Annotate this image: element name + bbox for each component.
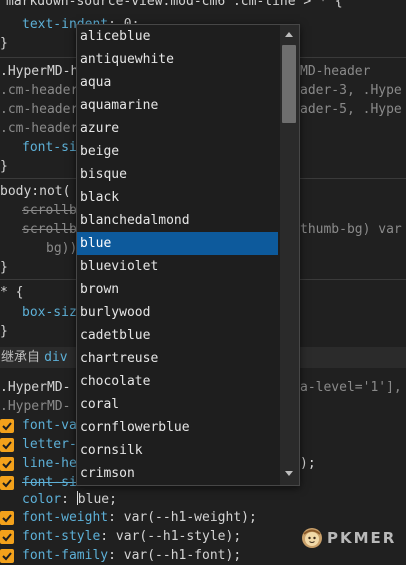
declaration[interactable]: font-style: var(--h1-style); bbox=[22, 527, 241, 546]
autocomplete-option[interactable]: aqua bbox=[77, 71, 278, 94]
autocomplete-option[interactable]: black bbox=[77, 186, 278, 209]
property-value-tail: ); bbox=[300, 456, 316, 471]
rule-selector: * { bbox=[0, 285, 24, 300]
autocomplete-option[interactable]: blue bbox=[77, 232, 278, 255]
autocomplete-option[interactable]: antiquewhite bbox=[77, 48, 278, 71]
declaration-checkbox[interactable] bbox=[0, 549, 14, 563]
autocomplete-option[interactable]: aliceblue bbox=[77, 25, 278, 48]
autocomplete-option[interactable]: burlywood bbox=[77, 301, 278, 324]
declaration-checkbox[interactable] bbox=[0, 419, 14, 433]
property-name[interactable]: box-siz bbox=[22, 303, 77, 322]
color-autocomplete-dropdown[interactable]: aliceblue antiquewhite aqua aquamarine azure… bbox=[76, 24, 300, 486]
autocomplete-option[interactable]: crimson bbox=[77, 462, 278, 485]
check-icon bbox=[2, 460, 12, 469]
rule-selector-tail: a-level='1'], bbox=[300, 380, 402, 395]
declaration-editing[interactable]: color: blue; bbox=[22, 490, 117, 509]
declaration-checkbox[interactable] bbox=[0, 476, 14, 490]
rule-close-brace: } bbox=[0, 159, 8, 174]
autocomplete-option[interactable]: azure bbox=[77, 117, 278, 140]
autocomplete-list[interactable]: aliceblue antiquewhite aqua aquamarine azure… bbox=[77, 25, 278, 485]
scrollbar-thumb[interactable] bbox=[282, 45, 296, 123]
autocomplete-option[interactable]: blueviolet bbox=[77, 255, 278, 278]
rule-selector: .HyperMD- bbox=[0, 399, 71, 414]
autocomplete-option[interactable]: brown bbox=[77, 278, 278, 301]
rule-selector-tail: ader-5, .Hype bbox=[300, 102, 402, 117]
pkmer-logo-text: PKMER bbox=[327, 529, 397, 547]
pkmer-logo-icon bbox=[301, 527, 323, 549]
check-icon bbox=[2, 479, 12, 488]
check-icon bbox=[2, 552, 12, 561]
rule-selector: .cm-header bbox=[0, 121, 79, 136]
autocomplete-option[interactable]: cadetblue bbox=[77, 324, 278, 347]
autocomplete-option[interactable]: bisque bbox=[77, 163, 278, 186]
rule-close-brace: } bbox=[0, 324, 8, 339]
check-icon bbox=[2, 422, 12, 431]
rule-selector-tail: ader-3, .Hype bbox=[300, 83, 402, 98]
declaration[interactable]: font-weight: var(--h1-weight); bbox=[22, 508, 257, 527]
property-name-overridden[interactable]: scrollb bbox=[22, 220, 77, 239]
rule-selector: .cm-header bbox=[0, 102, 79, 117]
rule-selector: markdown-source-view.mod-cm6 .cm-line > … bbox=[6, 0, 343, 9]
check-icon bbox=[2, 441, 12, 450]
property-value-tail: thumb-bg) var bbox=[300, 222, 402, 237]
property-name[interactable]: line-he bbox=[22, 454, 77, 473]
property-name: color bbox=[22, 492, 62, 507]
autocomplete-option[interactable]: cornsilk bbox=[77, 439, 278, 462]
rule-selector: .cm-header bbox=[0, 83, 79, 98]
autocomplete-option[interactable]: chartreuse bbox=[77, 347, 278, 370]
property-value: : var(--h1-weight); bbox=[108, 510, 257, 525]
rule-selector-tail: MD-header bbox=[300, 64, 371, 79]
declaration-checkbox[interactable] bbox=[0, 457, 14, 471]
inherited-from-label: 继承自 bbox=[1, 350, 41, 365]
autocomplete-option[interactable]: beige bbox=[77, 140, 278, 163]
dropdown-scrollbar[interactable] bbox=[280, 25, 299, 485]
property-name[interactable]: font-si bbox=[22, 138, 77, 157]
declaration-checkbox[interactable] bbox=[0, 511, 14, 525]
property-name: font-family bbox=[22, 548, 109, 563]
autocomplete-option[interactable]: aquamarine bbox=[77, 94, 278, 117]
property-value: : var(--h1-style); bbox=[100, 529, 242, 544]
declaration[interactable]: font-family: var(--h1-font); bbox=[22, 546, 241, 565]
rule-selector: body:not( bbox=[0, 184, 71, 199]
autocomplete-option[interactable]: chocolate bbox=[77, 370, 278, 393]
inherited-from-selector[interactable]: div bbox=[44, 350, 67, 365]
property-name[interactable]: font-va bbox=[22, 416, 77, 435]
property-name[interactable]: letter- bbox=[22, 435, 77, 454]
autocomplete-option[interactable]: coral bbox=[77, 393, 278, 416]
pkmer-watermark: PKMER bbox=[301, 525, 396, 551]
autocomplete-option[interactable]: cornflowerblue bbox=[77, 416, 278, 439]
declaration-checkbox[interactable] bbox=[0, 530, 14, 544]
property-value: : var(--h1-font); bbox=[108, 548, 242, 563]
check-icon bbox=[2, 514, 12, 523]
scroll-down-arrow-icon[interactable] bbox=[285, 471, 293, 476]
rule-selector: .HyperMD- bbox=[0, 380, 71, 395]
scroll-up-arrow-icon[interactable] bbox=[285, 32, 293, 37]
property-name-overridden[interactable]: scrollb bbox=[22, 201, 77, 220]
declaration-checkbox[interactable] bbox=[0, 438, 14, 452]
property-value-input[interactable]: blue; bbox=[78, 492, 117, 507]
check-icon bbox=[2, 533, 12, 542]
property-name: font-weight bbox=[22, 510, 109, 525]
property-name: font-style bbox=[22, 529, 101, 544]
autocomplete-option[interactable]: blanchedalmond bbox=[77, 209, 278, 232]
rule-close-brace: } bbox=[0, 36, 8, 51]
rule-close-brace: } bbox=[0, 260, 8, 275]
